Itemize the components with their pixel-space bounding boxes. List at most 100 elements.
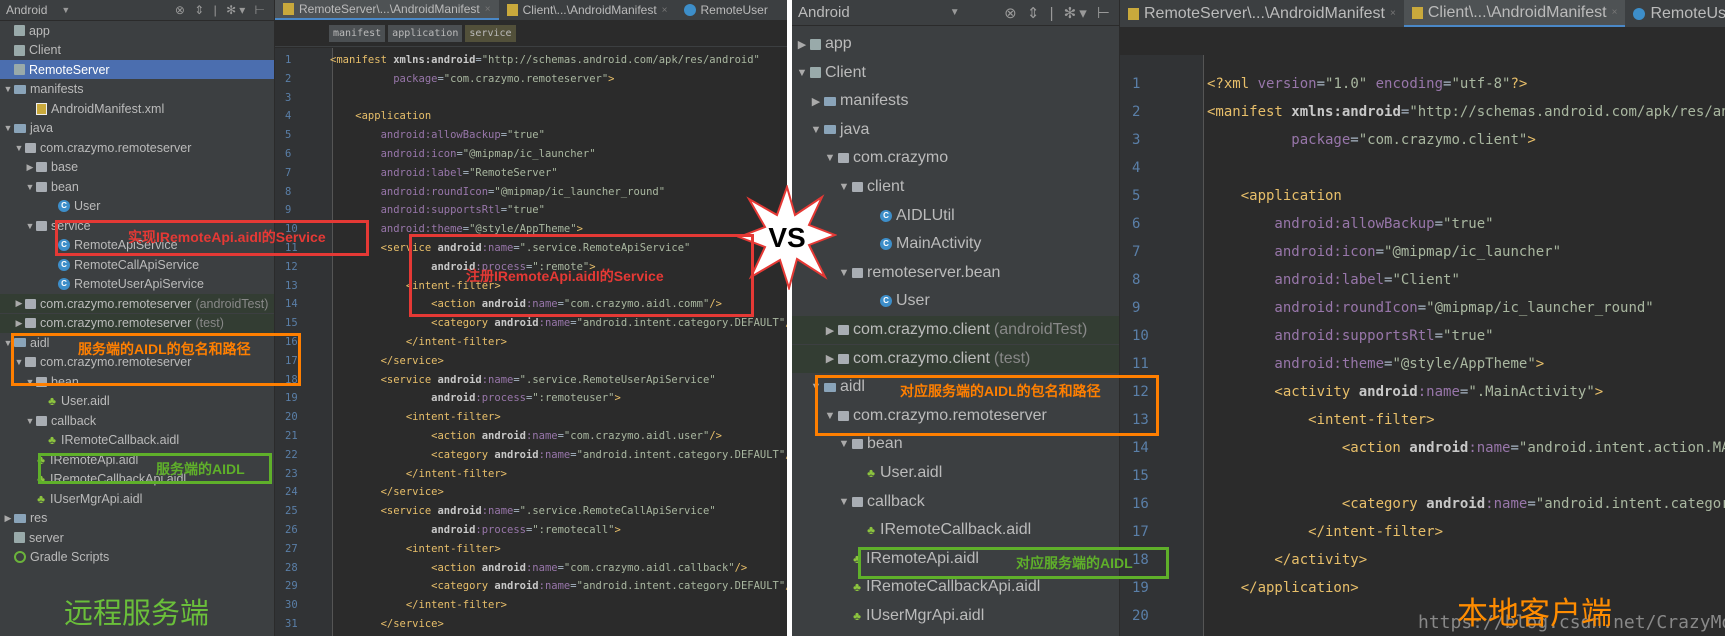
- code-token: :name: [1417, 384, 1460, 400]
- code-token: <category: [330, 580, 495, 593]
- code-token: >: [1527, 132, 1536, 148]
- line-content: </intent-filter>: [1207, 518, 1443, 546]
- line-number: 24: [285, 486, 298, 499]
- code-token: <manifest: [1207, 104, 1292, 120]
- editor-tabs: RemoteServer\...\AndroidManifest × Client\…: [275, 0, 787, 21]
- code-token: android: [481, 561, 526, 574]
- code-token: <action: [330, 430, 482, 442]
- tree-item[interactable]: ▶ app: [792, 30, 1119, 58]
- line-number: 6: [1132, 216, 1141, 232]
- line-number: 1: [285, 54, 292, 66]
- code-token: =: [1316, 76, 1326, 92]
- code-token: "@mipmap/ic_launcher": [462, 148, 596, 160]
- editor-tab[interactable]: Client\...\AndroidManifest ×: [1403, 0, 1626, 27]
- close-tab-icon[interactable]: ×: [1612, 7, 1618, 18]
- code-line: 3: [0, 89, 787, 108]
- code-line: 6 android:icon="@mipmap/ic_launcher": [0, 145, 787, 164]
- sidebar-toolbar-icons[interactable]: ⊗ ⇕ | ✻▾ ⊢: [1004, 4, 1113, 22]
- code-token: ":remoteuser": [532, 392, 615, 405]
- code-token: "http://schemas.android.com/apk/res/andr…: [1409, 104, 1725, 120]
- close-tab-icon[interactable]: ×: [1390, 8, 1396, 19]
- line-content: <activity android:name=".MainActivity">: [1207, 378, 1603, 406]
- line-number: 12: [285, 260, 298, 273]
- code-token: :process: [475, 524, 526, 536]
- line-number: 23: [285, 467, 298, 480]
- breadcrumb-manifest[interactable]: manifest: [329, 25, 386, 42]
- line-number: 5: [285, 129, 292, 142]
- code-token: <activity: [1207, 384, 1359, 400]
- breadcrumb-application[interactable]: application: [388, 25, 463, 42]
- line-number: 2: [1132, 104, 1141, 120]
- code-token: =: [1434, 216, 1444, 232]
- code-token: />: [785, 449, 787, 461]
- code-token: >: [1535, 356, 1545, 372]
- code-token: "com.crazymo.client": [1358, 132, 1528, 148]
- tab-label: Client\...\AndroidManifest: [522, 3, 657, 17]
- line-number: 30: [285, 599, 298, 612]
- line-content: package="com.crazymo.remoteserver">: [330, 70, 614, 89]
- editor-tab[interactable]: Client\...\AndroidManifest ×: [499, 0, 676, 20]
- line-number: 14: [285, 298, 298, 311]
- code-token: package: [330, 72, 438, 85]
- line-number: 6: [285, 148, 292, 160]
- project-view-selector[interactable]: Android ▼ ⊗ ⇕ | ✻▾ ⊢: [792, 0, 1119, 26]
- code-line: 4: [792, 154, 1725, 182]
- line-number: 28: [285, 561, 298, 574]
- line-content: android:allowBackup="true": [330, 126, 545, 145]
- code-token: "com.crazymo.aidl.user": [563, 430, 710, 442]
- line-content: <category android:name="android.intent.c…: [330, 577, 787, 596]
- editor-tab[interactable]: RemoteUser: [676, 0, 776, 20]
- close-tab-icon[interactable]: ×: [485, 4, 491, 15]
- sidebar-toolbar-icons[interactable]: ⊗ ⇕ | ✻▾ ⊢: [175, 3, 268, 17]
- code-token: </service>: [330, 618, 444, 630]
- code-line: 11 android:theme="@style/AppTheme">: [792, 350, 1725, 378]
- code-line: 14 <action android:name="android.intent.…: [792, 434, 1725, 462]
- code-token: =: [1350, 132, 1359, 148]
- code-token: <manifest: [330, 54, 394, 66]
- editor-tab[interactable]: RemoteServer\...\AndroidManifest ×: [275, 0, 499, 20]
- line-content: <service android:name=".service.RemoteCa…: [330, 502, 716, 521]
- chevron-right-icon[interactable]: ▶: [794, 38, 810, 51]
- code-token: <service: [330, 373, 438, 386]
- close-tab-icon[interactable]: ×: [662, 5, 668, 16]
- line-content: <application: [330, 107, 431, 126]
- line-number: 17: [1132, 524, 1149, 540]
- code-token: <intent-filter>: [1207, 412, 1435, 428]
- line-content: android:supportsRtl="true": [330, 201, 545, 220]
- code-line: 7 android:icon="@mipmap/ic_launcher": [792, 238, 1725, 266]
- breadcrumb-service[interactable]: service: [465, 25, 516, 42]
- code-token: android:allowBackup: [1207, 216, 1435, 232]
- code-token: encoding: [1375, 76, 1444, 92]
- project-view-selector[interactable]: Android ▼ ⊗ ⇕ | ✻▾ ⊢: [0, 0, 274, 21]
- code-token: xmlns:android: [1291, 104, 1401, 120]
- client-ide-panel: Android ▼ ⊗ ⇕ | ✻▾ ⊢ ▶ app ▼ Client ▶ manifests…: [792, 0, 1725, 636]
- line-number: 27: [285, 542, 298, 555]
- line-content: </intent-filter>: [330, 465, 507, 484]
- editor-tabs: RemoteServer\...\AndroidManifest × Client\…: [1120, 0, 1725, 28]
- editor-tab[interactable]: RemoteUserApi: [1625, 0, 1725, 27]
- code-token: <?xml: [1207, 76, 1258, 92]
- remote-server-caption: 远程服务端: [64, 596, 210, 630]
- editor-tab[interactable]: RemoteServer\...\AndroidManifest ×: [1120, 0, 1404, 27]
- code-token: </intent-filter>: [330, 599, 508, 612]
- aidl-package-annotation: 服务端的AIDL的包名和路径: [78, 341, 251, 357]
- code-token: "true": [1443, 328, 1494, 344]
- line-content: </service>: [330, 615, 444, 634]
- tab-label: RemoteServer\...\AndroidManifest: [299, 2, 480, 16]
- code-line: 10 android:supportsRtl="true": [792, 322, 1725, 350]
- line-number: 26: [285, 524, 298, 536]
- code-token: </intent-filter>: [1207, 524, 1444, 540]
- code-token: "true": [507, 129, 545, 142]
- tab-label: Client\...\AndroidManifest: [1427, 3, 1607, 21]
- module-icon: [810, 38, 821, 50]
- line-content: <action android:name="com.crazymo.aidl.c…: [330, 559, 747, 578]
- code-token: android:icon: [1207, 244, 1376, 260]
- line-content: <action android:name="android.intent.act…: [1207, 434, 1725, 462]
- code-token: android: [1409, 440, 1469, 456]
- tree-item[interactable]: app: [0, 21, 274, 40]
- line-content: android:label="Client": [1207, 266, 1459, 294]
- line-content: <category android:name="android.intent.c…: [330, 314, 787, 333]
- line-number: 31: [285, 618, 298, 630]
- line-number: 8: [1132, 272, 1141, 288]
- code-line: 9 android:roundIcon="@mipmap/ic_launcher…: [792, 294, 1725, 322]
